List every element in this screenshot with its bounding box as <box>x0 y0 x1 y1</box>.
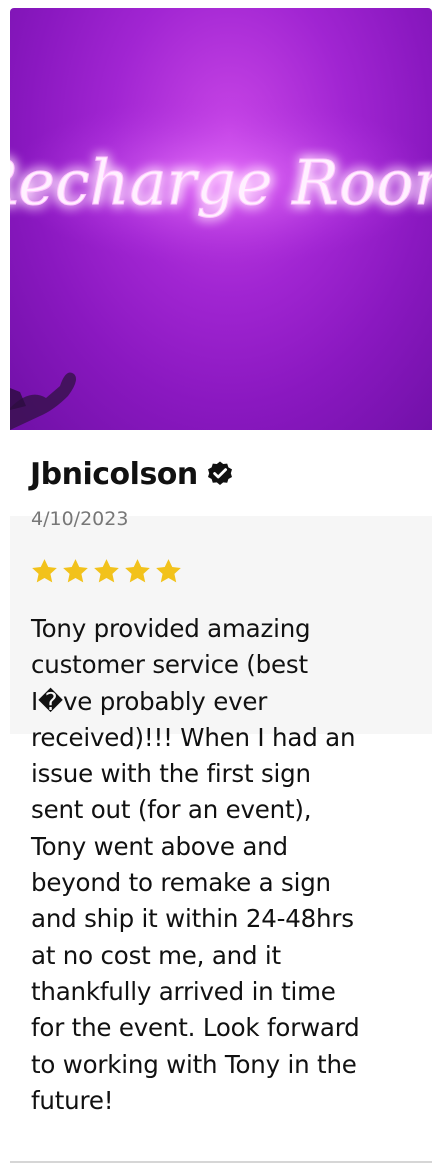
author-row: Jbnicolson <box>30 454 234 494</box>
author-name: Jbnicolson <box>30 456 198 492</box>
star-icon <box>125 559 150 583</box>
review-photo[interactable]: Recharge Room <box>10 8 432 430</box>
star-icon <box>63 559 88 583</box>
star-rating <box>30 557 183 586</box>
review-card: Recharge Room Jbnicolson 4/10/2023 Tony … <box>10 8 432 1162</box>
divider <box>10 1161 432 1163</box>
star-icon <box>32 559 57 583</box>
neon-sign-image: Recharge Room <box>10 95 432 430</box>
verified-check-icon <box>206 460 234 488</box>
review-text: Tony provided amazing customer service (… <box>31 614 360 1115</box>
review-date: 4/10/2023 <box>31 508 129 530</box>
star-icon <box>94 559 119 583</box>
star-icon <box>156 559 181 583</box>
neon-sign-text: Recharge Room <box>10 146 432 219</box>
